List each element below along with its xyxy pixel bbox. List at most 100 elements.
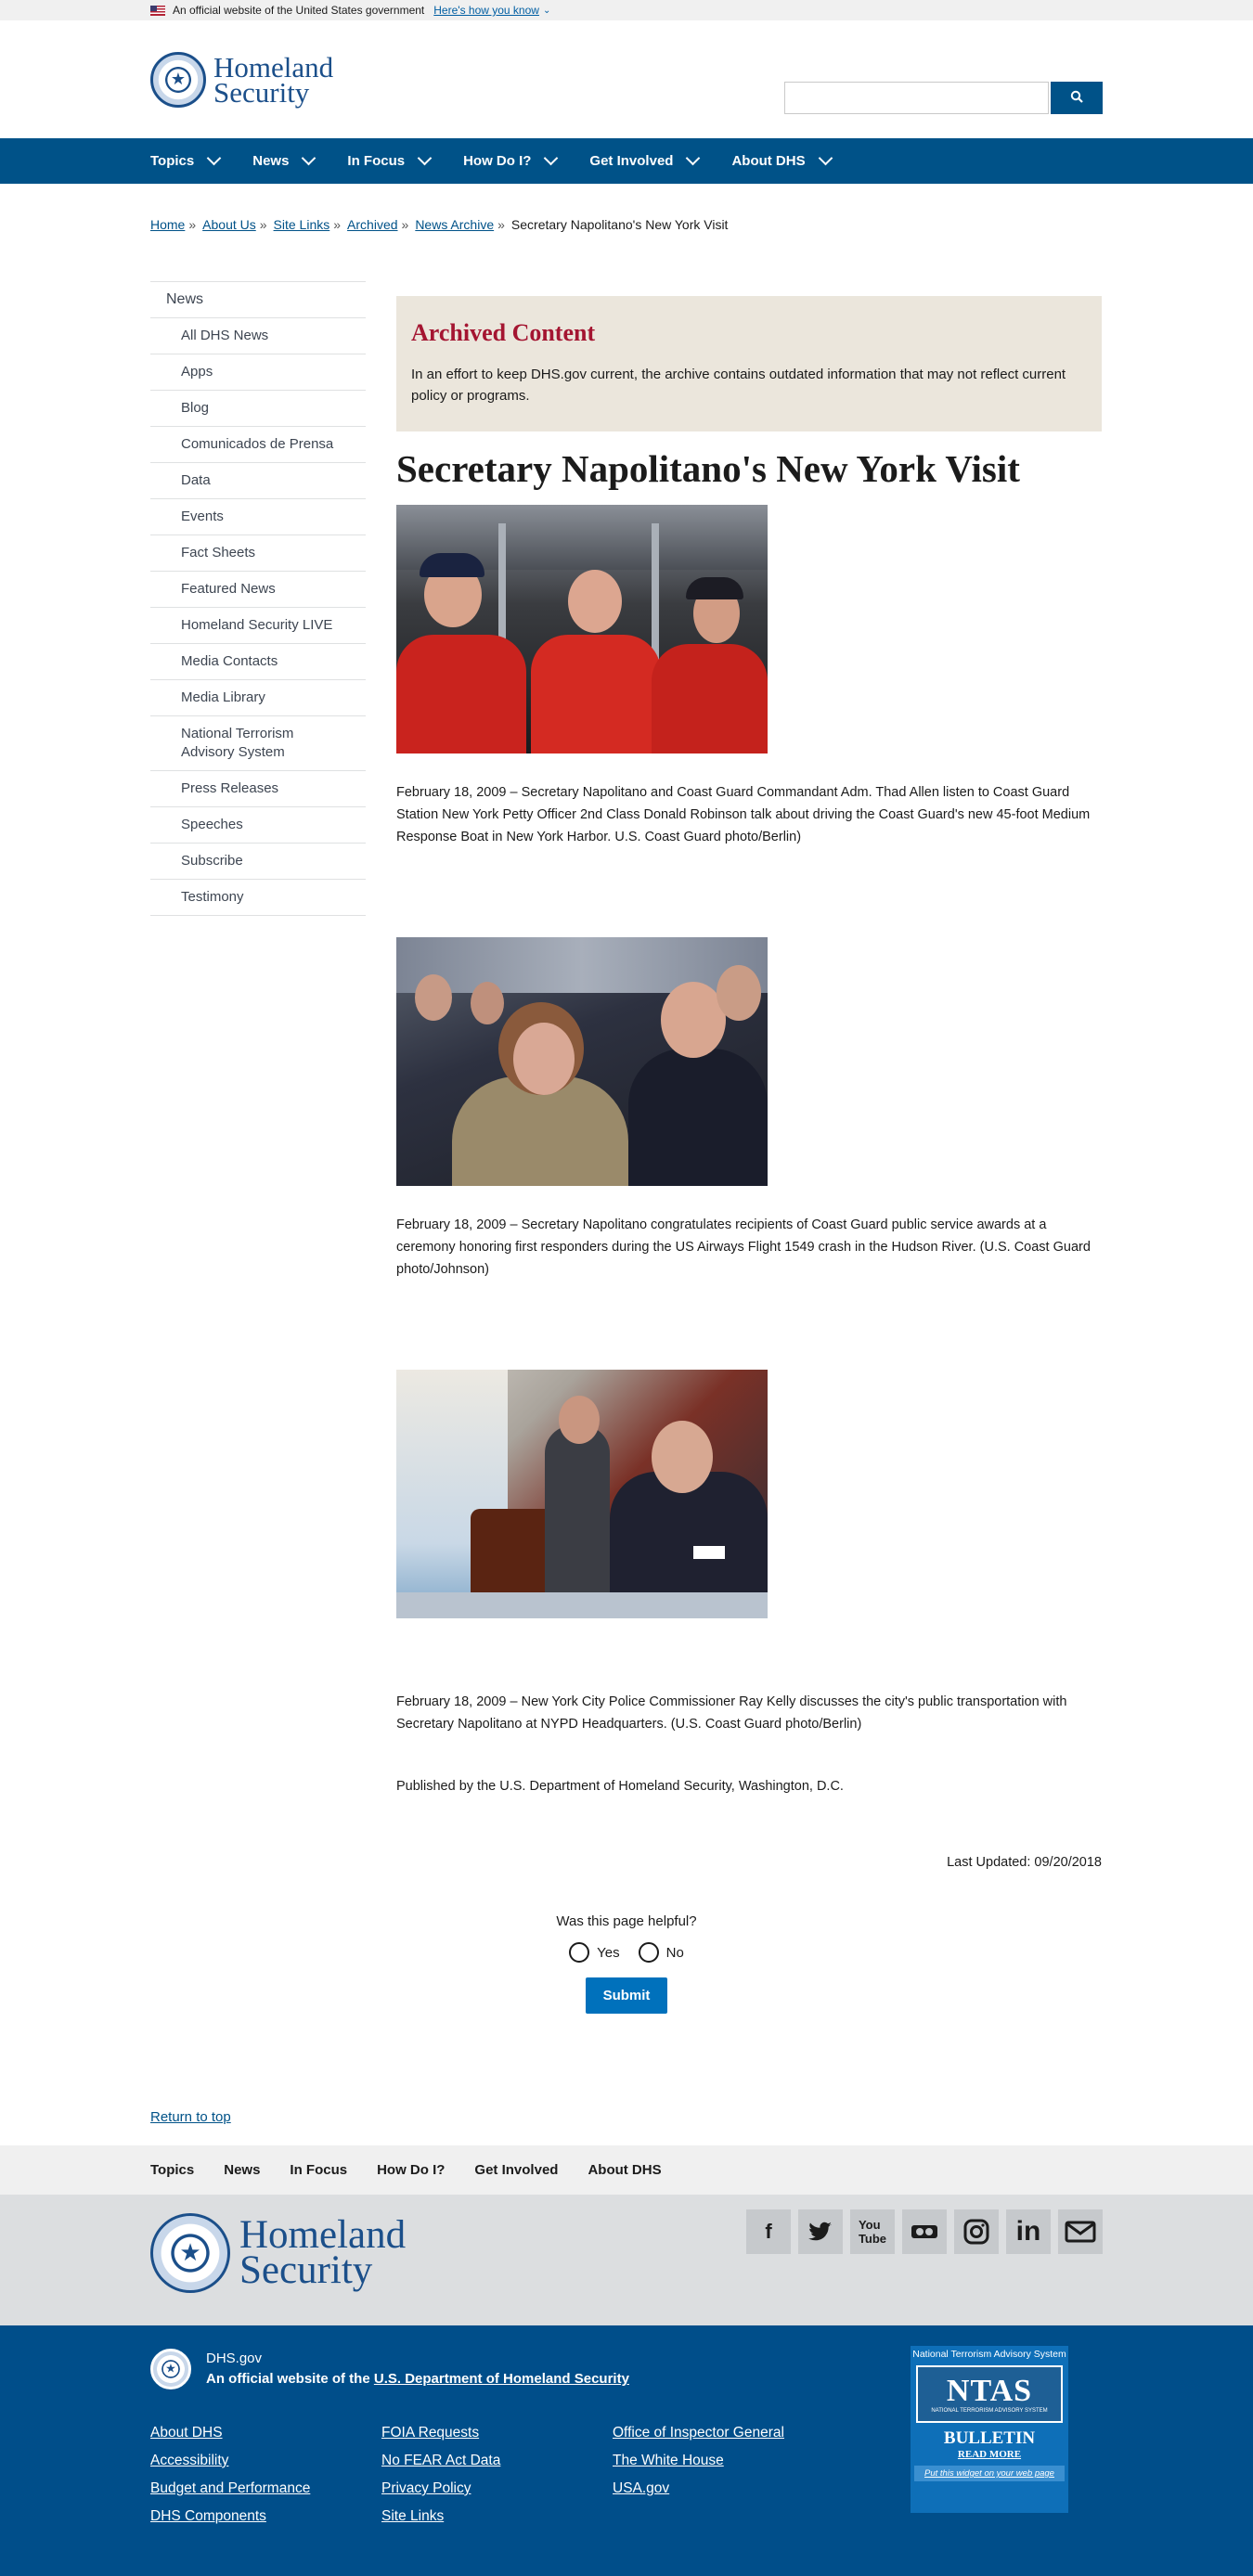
return-to-top-link[interactable]: Return to top: [150, 2109, 231, 2125]
twitter-bird-shape: [808, 2222, 832, 2241]
us-flag-icon: [150, 5, 165, 16]
facebook-icon[interactable]: f: [746, 2209, 791, 2254]
breadcrumb-archived[interactable]: Archived: [347, 217, 397, 232]
breadcrumb-site-links[interactable]: Site Links: [274, 217, 330, 232]
breadcrumb-separator: »: [497, 217, 505, 232]
footer-nav: Topics News In Focus How Do I? Get Invol…: [0, 2145, 1253, 2195]
last-updated: Last Updated: 09/20/2018: [947, 1855, 1102, 1870]
search-button[interactable]: [1051, 82, 1103, 114]
dhs-seal-icon: [150, 2213, 230, 2293]
chevron-down-icon[interactable]: ⌄: [543, 6, 550, 16]
footer-link-about-dhs[interactable]: About DHS: [150, 2423, 381, 2443]
breadcrumb-news-archive[interactable]: News Archive: [415, 217, 494, 232]
nav-label: In Focus: [347, 153, 406, 169]
footer-link-components[interactable]: DHS Components: [150, 2506, 381, 2527]
photo-detail: [415, 974, 452, 1021]
ntas-logo-text: NTAS: [946, 2374, 1033, 2408]
sidebar-item-homeland-security-live[interactable]: Homeland Security LIVE: [150, 608, 366, 644]
photo-caption-3: February 18, 2009 – New York City Police…: [396, 1694, 1067, 1732]
radio-no[interactable]: [638, 1942, 659, 1963]
sidebar-item-media-contacts[interactable]: Media Contacts: [150, 644, 366, 680]
footer-link-accessibility[interactable]: Accessibility: [150, 2451, 381, 2471]
nav-topics[interactable]: Topics: [150, 150, 222, 169]
ntas-header: National Terrorism Advisory System: [912, 2349, 1066, 2360]
footer-nav-in-focus[interactable]: In Focus: [290, 2162, 347, 2178]
published-by: Published by the U.S. Department of Home…: [396, 1779, 844, 1794]
footer-nav-how-do-i[interactable]: How Do I?: [377, 2162, 445, 2178]
search-input[interactable]: [784, 82, 1049, 114]
footer-nav-about-dhs[interactable]: About DHS: [588, 2162, 661, 2178]
footer-link-white-house[interactable]: The White House: [613, 2451, 844, 2471]
instagram-icon[interactable]: [954, 2209, 999, 2254]
photo-detail: [717, 965, 761, 1021]
nav-in-focus[interactable]: In Focus: [347, 150, 433, 169]
archived-content-notice: Archived Content In an effort to keep DH…: [396, 296, 1102, 431]
feedback-yes[interactable]: Yes: [569, 1942, 620, 1963]
submit-button[interactable]: Submit: [585, 1977, 668, 2014]
logo-text: Homeland Security: [213, 53, 333, 107]
sidebar-item-speeches[interactable]: Speeches: [150, 807, 366, 844]
footer-identity-text: DHS.gov An official website of the U.S. …: [206, 2349, 629, 2389]
photo-detail: [396, 635, 526, 753]
linkedin-icon[interactable]: in: [1006, 2209, 1051, 2254]
footer-link-foia[interactable]: FOIA Requests: [381, 2423, 613, 2443]
footer-link-no-fear[interactable]: No FEAR Act Data: [381, 2451, 613, 2471]
sidebar-item-comunicados[interactable]: Comunicados de Prensa: [150, 427, 366, 463]
footer-link-site-links[interactable]: Site Links: [381, 2506, 613, 2527]
footer-dhs-logo[interactable]: Homeland Security: [150, 2213, 406, 2293]
dhs-logo[interactable]: Homeland Security: [150, 52, 333, 108]
radio-yes[interactable]: [569, 1942, 590, 1963]
nav-news[interactable]: News: [252, 150, 316, 169]
sidebar-item-ntas[interactable]: National Terrorism Advisory System: [150, 716, 366, 771]
flickr-dots-shape: [911, 2225, 937, 2238]
ntas-widget[interactable]: National Terrorism Advisory System NTAS …: [911, 2346, 1068, 2513]
sidebar-item-press-releases[interactable]: Press Releases: [150, 771, 366, 807]
footer-site-name: DHS.gov: [206, 2351, 263, 2366]
sidebar-item-blog[interactable]: Blog: [150, 391, 366, 427]
sidebar-item-events[interactable]: Events: [150, 499, 366, 535]
nav-about-dhs[interactable]: About DHS: [731, 150, 833, 169]
email-icon[interactable]: [1058, 2209, 1103, 2254]
breadcrumb: Home» About Us» Site Links» Archived» Ne…: [150, 217, 728, 232]
footer-dhs-link[interactable]: U.S. Department of Homeland Security: [374, 2371, 629, 2387]
footer-link-usa-gov[interactable]: USA.gov: [613, 2479, 844, 2499]
ntas-widget-link[interactable]: Put this widget on your web page: [914, 2466, 1065, 2481]
heres-how-you-know-link[interactable]: Here's how you know: [433, 4, 539, 17]
footer-identity: DHS.gov An official website of the U.S. …: [150, 2349, 629, 2389]
flickr-icon[interactable]: [902, 2209, 947, 2254]
footer-logo-bar: Homeland Security f YouTube in: [0, 2195, 1253, 2325]
footer-official-prefix: An official website of the: [206, 2371, 374, 2387]
ntas-logo: NTAS NATIONAL TERRORISM ADVISORY SYSTEM: [916, 2365, 1063, 2423]
ntas-bulletin: BULLETIN: [943, 2428, 1036, 2448]
footer-nav-get-involved[interactable]: Get Involved: [474, 2162, 558, 2178]
breadcrumb-about-us[interactable]: About Us: [202, 217, 256, 232]
footer-link-oig[interactable]: Office of Inspector General: [613, 2423, 844, 2443]
chevron-down-icon: [206, 150, 222, 166]
breadcrumb-home[interactable]: Home: [150, 217, 185, 232]
twitter-icon[interactable]: [798, 2209, 843, 2254]
photo-awards-ceremony: [396, 937, 768, 1186]
nav-get-involved[interactable]: Get Involved: [589, 150, 701, 169]
nav-how-do-i[interactable]: How Do I?: [463, 150, 559, 169]
youtube-icon[interactable]: You Tube: [850, 2209, 895, 2254]
dhs-seal-icon: [150, 2349, 191, 2389]
archived-title: Archived Content: [411, 319, 596, 346]
footer-link-privacy[interactable]: Privacy Policy: [381, 2479, 613, 2499]
ntas-read-more[interactable]: READ MORE: [911, 2449, 1068, 2460]
search-form: [784, 82, 1103, 114]
sidebar-item-featured-news[interactable]: Featured News: [150, 572, 366, 608]
sidebar-item-data[interactable]: Data: [150, 463, 366, 499]
sidebar-item-subscribe[interactable]: Subscribe: [150, 844, 366, 880]
sidebar-item-apps[interactable]: Apps: [150, 354, 366, 391]
archived-body: In an effort to keep DHS.gov current, th…: [411, 367, 1066, 404]
footer-nav-news[interactable]: News: [224, 2162, 260, 2178]
footer-link-budget[interactable]: Budget and Performance: [150, 2479, 381, 2499]
sidebar-item-fact-sheets[interactable]: Fact Sheets: [150, 535, 366, 572]
footer-nav-topics[interactable]: Topics: [150, 2162, 194, 2178]
photo-detail: [652, 1421, 713, 1493]
feedback-no[interactable]: No: [638, 1942, 684, 1963]
sidebar-item-all-dhs-news[interactable]: All DHS News: [150, 318, 366, 354]
sidebar-item-testimony[interactable]: Testimony: [150, 880, 366, 916]
sidebar-heading-news[interactable]: News: [150, 281, 366, 318]
sidebar-item-media-library[interactable]: Media Library: [150, 680, 366, 716]
